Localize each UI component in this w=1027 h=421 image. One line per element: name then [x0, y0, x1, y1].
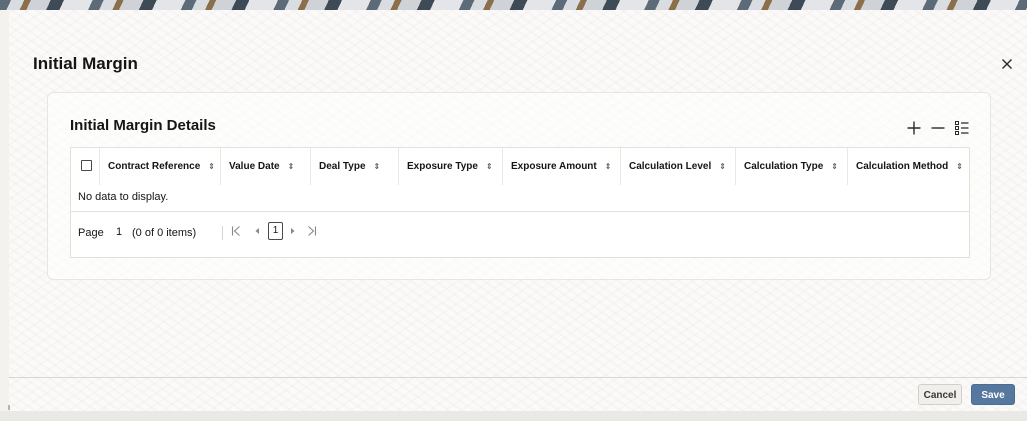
- sort-icon[interactable]: ⇕: [831, 162, 838, 171]
- column-settings-button[interactable]: [951, 117, 973, 139]
- close-button[interactable]: [997, 54, 1017, 74]
- sort-icon[interactable]: ⇕: [605, 162, 612, 171]
- empty-message: No data to display.: [78, 191, 169, 203]
- page-number-input[interactable]: 1: [108, 222, 130, 242]
- footer-divider: [9, 377, 1027, 378]
- last-page-icon: [308, 226, 317, 236]
- footer-band: [0, 411, 1027, 421]
- grid-toolbar: [903, 117, 975, 139]
- previous-page-button[interactable]: [253, 225, 261, 242]
- minus-icon: [931, 127, 945, 129]
- next-page-button[interactable]: [289, 225, 297, 242]
- sort-icon[interactable]: ⇕: [956, 162, 963, 171]
- pagination-bar: Page 1 (0 of 0 items) 1: [71, 212, 969, 256]
- sort-icon[interactable]: ⇕: [374, 162, 381, 171]
- select-all-cell: [71, 148, 100, 185]
- sort-icon[interactable]: ⇕: [486, 162, 493, 171]
- sort-icon[interactable]: ⇕: [719, 162, 726, 171]
- page-label: Page: [78, 227, 104, 239]
- grid-header-row: Contract Reference ⇕ Value Date ⇕ Deal T…: [71, 148, 969, 186]
- initial-margin-grid: Contract Reference ⇕ Value Date ⇕ Deal T…: [70, 147, 970, 258]
- sort-icon[interactable]: ⇕: [208, 162, 215, 171]
- column-header-contract-reference[interactable]: Contract Reference ⇕: [100, 148, 221, 185]
- column-label: Contract Reference: [108, 161, 201, 172]
- header-decorative-band: [0, 0, 1027, 10]
- add-row-button[interactable]: [903, 117, 925, 139]
- plus-icon: [907, 121, 921, 135]
- column-header-value-date[interactable]: Value Date ⇕: [221, 148, 311, 185]
- save-button[interactable]: Save: [971, 384, 1015, 405]
- last-page-button[interactable]: [307, 225, 317, 242]
- column-label: Deal Type: [319, 161, 366, 172]
- column-label: Value Date: [229, 161, 280, 172]
- edge-marker: [8, 405, 10, 410]
- column-header-exposure-amount[interactable]: Exposure Amount ⇕: [503, 148, 621, 185]
- current-page-button[interactable]: 1: [268, 222, 283, 240]
- empty-grid-row: No data to display.: [71, 185, 969, 212]
- cancel-button[interactable]: Cancel: [918, 384, 962, 405]
- first-page-button[interactable]: [231, 225, 241, 242]
- next-page-icon: [291, 228, 295, 234]
- previous-page-icon: [255, 228, 259, 234]
- close-icon: [1002, 59, 1012, 69]
- list-settings-icon: [955, 121, 969, 135]
- column-label: Exposure Type: [407, 161, 478, 172]
- sort-icon[interactable]: ⇕: [288, 162, 295, 171]
- column-label: Calculation Type: [744, 161, 824, 172]
- initial-margin-dialog: Initial Margin Initial Margin Details Co…: [9, 10, 1027, 411]
- column-label: Calculation Method: [856, 161, 949, 172]
- initial-margin-details-section: Initial Margin Details Contract Referenc…: [47, 92, 991, 280]
- select-all-checkbox[interactable]: [81, 160, 92, 171]
- delete-row-button[interactable]: [927, 117, 949, 139]
- column-header-calculation-type[interactable]: Calculation Type ⇕: [736, 148, 848, 185]
- column-header-deal-type[interactable]: Deal Type ⇕: [311, 148, 399, 185]
- column-label: Exposure Amount: [511, 161, 597, 172]
- item-count: (0 of 0 items): [132, 227, 197, 239]
- column-header-exposure-type[interactable]: Exposure Type ⇕: [399, 148, 503, 185]
- section-title: Initial Margin Details: [70, 117, 216, 134]
- first-page-icon: [231, 226, 240, 236]
- pager-divider: [222, 226, 223, 240]
- column-header-calculation-method[interactable]: Calculation Method ⇕: [848, 148, 969, 185]
- column-header-calculation-level[interactable]: Calculation Level ⇕: [621, 148, 736, 185]
- column-label: Calculation Level: [629, 161, 712, 172]
- dialog-title: Initial Margin: [33, 54, 138, 73]
